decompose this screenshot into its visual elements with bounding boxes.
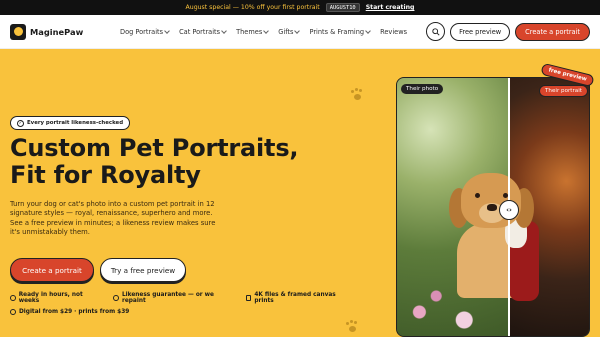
feature-item: 4K files & framed canvas prints — [245, 292, 350, 304]
drag-arrows-icon: ‹› — [506, 206, 512, 214]
feature-list: Ready in hours, not weeks Likeness guara… — [10, 292, 350, 320]
nav-themes[interactable]: Themes — [236, 27, 270, 36]
slider-handle[interactable]: ‹› — [499, 200, 519, 220]
before-label: Their photo — [401, 84, 444, 94]
nav-reviews[interactable]: Reviews — [380, 28, 407, 36]
chevron-down-icon — [221, 27, 227, 34]
frame-icon — [245, 295, 252, 301]
pricing-note: Digital from $29 · prints from $39 — [10, 309, 129, 315]
main-nav: Dog Portraits Cat Portraits Themes Gifts… — [120, 28, 426, 36]
before-after-slider[interactable]: ‹› Their photo Their portrait — [396, 77, 590, 337]
chevron-down-icon — [164, 27, 170, 34]
nav-gifts[interactable]: Gifts — [278, 27, 301, 36]
chevron-down-icon — [294, 27, 301, 34]
promo-code[interactable]: AUGUST10 — [325, 3, 360, 12]
price-tag-icon — [10, 309, 16, 315]
header-create-portrait-button[interactable]: Create a portrait — [515, 22, 590, 41]
promo-message: August special — 10% off your first port… — [185, 4, 320, 11]
free-preview-button[interactable]: Try a free preview — [100, 258, 186, 282]
clock-icon — [10, 295, 16, 301]
paw-logo-icon — [10, 23, 26, 40]
hero-headline: Custom Pet Portraits, Fit for Royalty — [10, 134, 299, 189]
nav-dog-portraits[interactable]: Dog Portraits — [120, 27, 170, 36]
site-header: MaginePaw Dog Portraits Cat Portraits Th… — [0, 15, 600, 49]
chevron-down-icon — [365, 27, 371, 34]
golden-retriever-image — [449, 173, 539, 301]
paw-print-icon — [350, 88, 364, 102]
promo-cta-link[interactable]: Start creating — [366, 4, 415, 11]
brand-logo[interactable]: MaginePaw — [10, 23, 120, 40]
promo-bar: August special — 10% off your first port… — [0, 0, 600, 15]
search-button[interactable] — [426, 22, 446, 41]
feature-item: Likeness guarantee — or we repaint — [113, 292, 231, 304]
brand-name: MaginePaw — [30, 26, 84, 37]
chevron-down-icon — [263, 27, 270, 34]
header-free-preview-button[interactable]: Free preview — [450, 22, 511, 41]
create-portrait-button[interactable]: Create a portrait — [10, 258, 94, 282]
paw-print-icon — [345, 320, 359, 334]
check-icon: ✓ — [17, 119, 24, 127]
nav-cat-portraits[interactable]: Cat Portraits — [179, 27, 227, 36]
feature-item: Ready in hours, not weeks — [10, 292, 99, 304]
nav-prints-framing[interactable]: Prints & Framing — [309, 27, 371, 36]
likeness-badge: ✓ Every portrait likeness-checked — [10, 116, 131, 130]
heart-icon — [113, 295, 119, 301]
after-label: Their portrait — [539, 85, 588, 97]
hero-description: Turn your dog or cat's photo into a cust… — [10, 200, 216, 236]
search-icon — [431, 27, 440, 36]
